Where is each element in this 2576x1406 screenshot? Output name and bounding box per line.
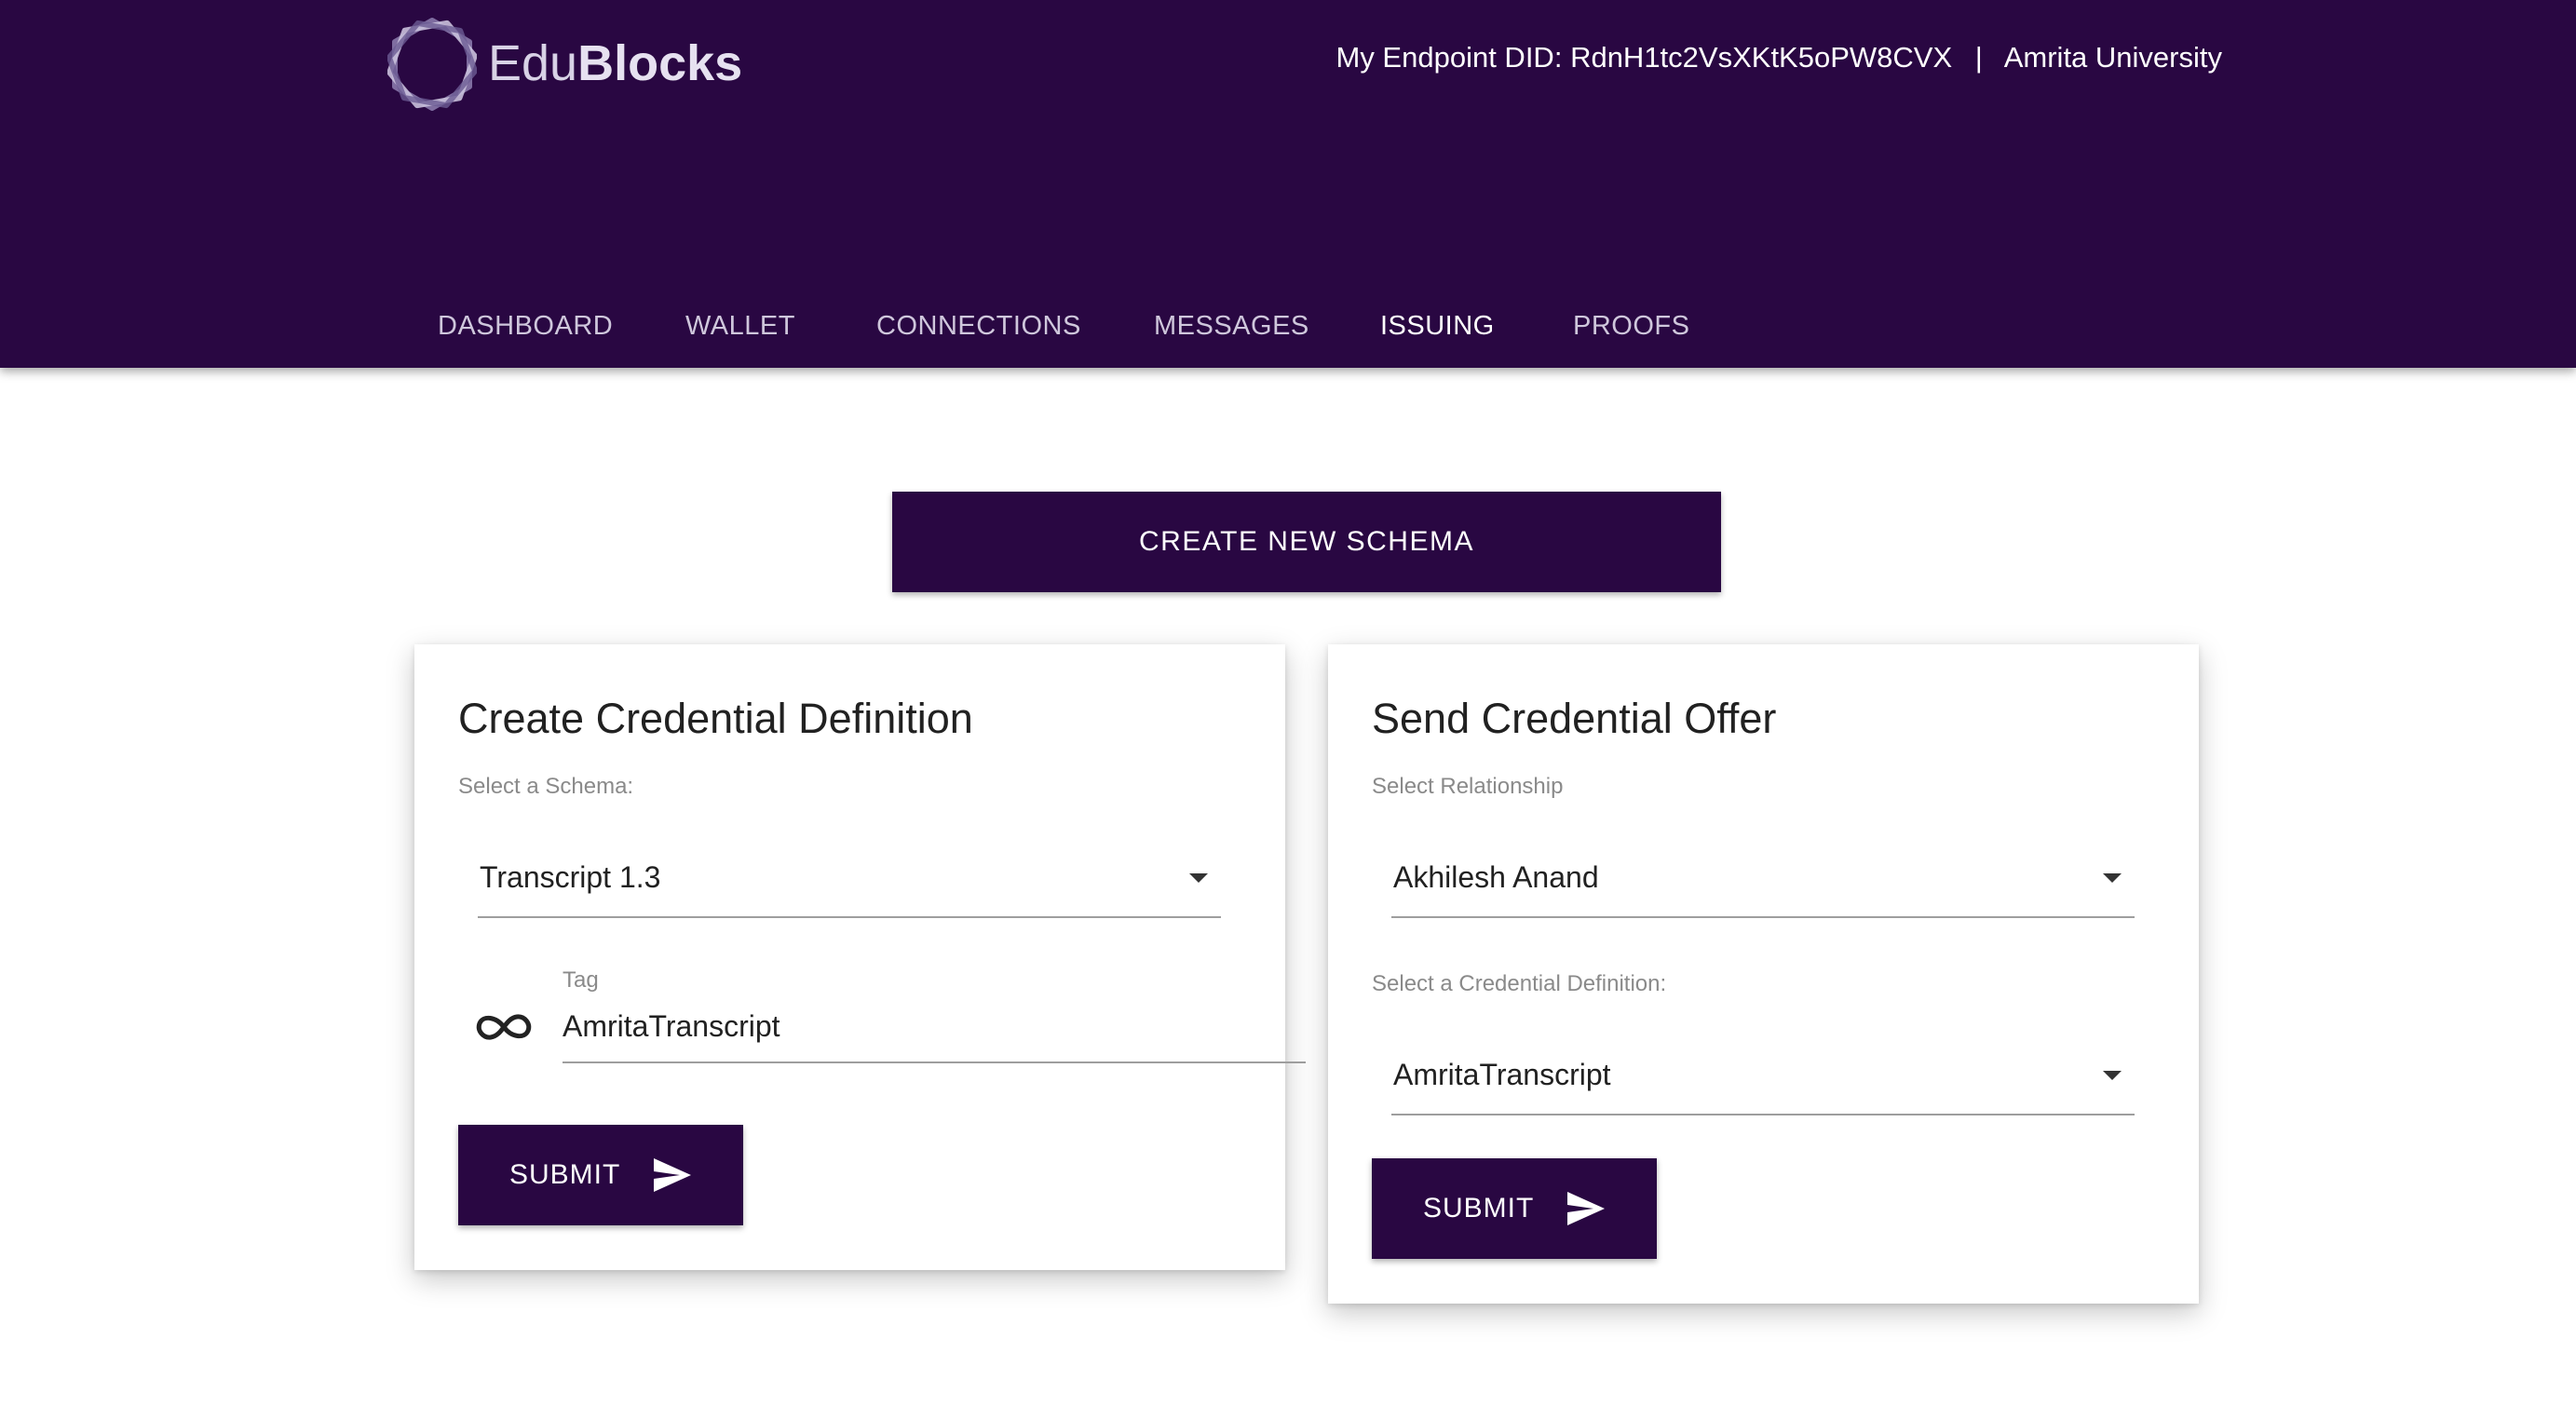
submit-label: SUBMIT [1423,1193,1535,1223]
brand-name-bold: Blocks [577,35,743,91]
app-header: EduBlocks My Endpoint DID: RdnH1tc2VsXKt… [0,0,2576,368]
tab-messages[interactable]: MESSAGES [1154,298,1309,354]
card-title: Create Credential Definition [458,695,973,742]
send-icon [654,1158,691,1192]
caret-down-icon [2103,873,2122,883]
caret-down-icon [1189,873,1208,883]
endpoint-info: My Endpoint DID: RdnH1tc2VsXKtK5oPW8CVX … [1336,39,2223,76]
create-new-schema-button[interactable]: CREATE NEW SCHEMA [892,492,1721,592]
tab-proofs[interactable]: PROOFS [1573,298,1689,354]
tab-wallet[interactable]: WALLET [685,298,795,354]
credential-definition-select[interactable]: AmritaTranscript [1391,1039,2135,1115]
endpoint-label: My Endpoint DID: [1335,41,1563,74]
schema-select[interactable]: Transcript 1.3 [478,842,1221,918]
relationship-select-label: Select Relationship [1372,774,1564,799]
schema-select-label: Select a Schema: [458,774,634,799]
infinity-icon [476,1014,532,1040]
relationship-select[interactable]: Akhilesh Anand [1391,842,2135,918]
tag-input-value: AmritaTranscript [563,1009,780,1043]
schema-select-value: Transcript 1.3 [480,860,661,894]
endpoint-separator: | [1974,41,1983,74]
send-icon [1567,1192,1605,1225]
brand-logo[interactable]: EduBlocks [387,15,742,114]
credential-definition-select-label: Select a Credential Definition: [1372,971,1667,996]
submit-label: SUBMIT [509,1159,621,1190]
credential-definition-select-value: AmritaTranscript [1393,1058,1611,1091]
submit-credential-definition-button[interactable]: SUBMIT [458,1125,743,1225]
brand-name-light: Edu [488,35,578,91]
brand-name: EduBlocks [488,34,742,93]
caret-down-icon [2103,1071,2122,1080]
tag-input[interactable]: AmritaTranscript [563,1000,1306,1063]
send-credential-offer-card: Send Credential Offer Select Relationshi… [1328,644,2199,1304]
tab-dashboard[interactable]: DASHBOARD [438,298,613,354]
organization-name: Amrita University [2003,41,2222,74]
endpoint-did: RdnH1tc2VsXKtK5oPW8CVX [1570,41,1953,74]
tab-connections[interactable]: CONNECTIONS [876,298,1081,354]
relationship-select-value: Akhilesh Anand [1393,860,1599,894]
submit-credential-offer-button[interactable]: SUBMIT [1372,1158,1657,1259]
card-title: Send Credential Offer [1372,695,1777,742]
hexagon-logo-icon [387,18,477,111]
tag-field-label: Tag [563,967,599,993]
create-credential-definition-card: Create Credential Definition Select a Sc… [414,644,1306,1270]
tab-issuing[interactable]: ISSUING [1380,298,1495,354]
